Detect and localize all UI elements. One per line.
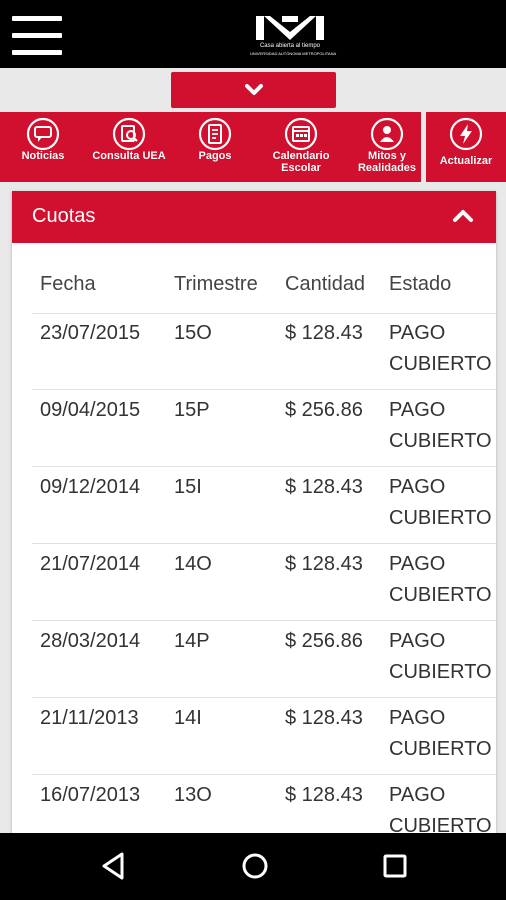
cuotas-card-header[interactable]: Cuotas xyxy=(12,191,496,243)
nav-item-calendario-escolar[interactable]: Calendario Escolar xyxy=(258,112,344,182)
cell-trimestre: 14O xyxy=(174,553,212,575)
recents-icon[interactable] xyxy=(381,851,409,881)
menu-icon[interactable] xyxy=(12,16,64,56)
chevron-up-icon[interactable] xyxy=(452,208,474,224)
chevron-down-icon xyxy=(245,84,263,95)
table-row: 28/03/2014 14P $ 256.86 PAGO CUBIERTO xyxy=(32,621,496,698)
cell-estado: PAGO CUBIERTO xyxy=(389,630,492,683)
logo-tagline: Casa abierta al tiempo xyxy=(259,43,321,49)
column-header-cantidad: Cantidad xyxy=(285,273,366,295)
cell-fecha: 16/07/2013 xyxy=(40,784,141,806)
nav-item-label: Actualizar xyxy=(439,155,493,167)
card-title: Cuotas xyxy=(32,205,96,227)
column-header-trimestre: Trimestre xyxy=(174,273,258,295)
cell-trimestre: 15O xyxy=(174,322,212,344)
column-header-estado: Estado xyxy=(389,273,452,295)
nav-item-noticias[interactable]: Noticias xyxy=(0,112,86,182)
cell-estado: PAGO CUBIERTO xyxy=(389,322,492,375)
table-row: 09/12/2014 15I $ 128.43 PAGO CUBIERTO xyxy=(32,467,496,544)
table-header: Fecha Trimestre Cantidad Estado xyxy=(32,273,496,314)
back-icon[interactable] xyxy=(100,851,128,881)
cuotas-card: Cuotas Fecha Trimestre Cantidad Estado 2… xyxy=(12,191,496,852)
logo-subtagline: UNIVERSIDAD AUTÓNOMA METROPOLITANA xyxy=(250,51,337,56)
nav-item-consulta-uea[interactable]: Consulta UEA xyxy=(86,112,172,182)
cell-cantidad: $ 128.43 xyxy=(285,322,363,344)
column-header-fecha: Fecha xyxy=(40,273,96,295)
cell-estado: PAGO CUBIERTO xyxy=(389,476,492,529)
cell-fecha: 21/07/2014 xyxy=(40,553,141,575)
uam-logo: Casa abierta al tiempo UNIVERSIDAD AUTÓN… xyxy=(250,14,337,60)
cell-cantidad: $ 128.43 xyxy=(285,707,363,729)
expand-header-button[interactable] xyxy=(171,72,336,108)
nav-item-label: Pagos xyxy=(198,150,232,162)
cell-trimestre: 14I xyxy=(174,707,202,729)
table-row: 21/11/2013 14I $ 128.43 PAGO CUBIERTO xyxy=(32,698,496,775)
cell-fecha: 09/12/2014 xyxy=(40,476,141,498)
nav-item-label: Calendario Escolar xyxy=(272,150,330,174)
section-nav: Noticias Consulta UEA Pagos Calendario E… xyxy=(0,112,506,182)
refresh-button[interactable]: Actualizar xyxy=(426,112,506,182)
search-document-icon xyxy=(112,117,146,151)
cell-cantidad: $ 256.86 xyxy=(285,630,363,652)
cell-fecha: 23/07/2015 xyxy=(40,322,141,344)
nav-item-label: Consulta UEA xyxy=(92,150,166,162)
top-app-bar: Casa abierta al tiempo UNIVERSIDAD AUTÓN… xyxy=(0,0,506,68)
nav-item-mitos-y-realidades[interactable]: Mitos y Realidades xyxy=(344,112,430,182)
cell-cantidad: $ 128.43 xyxy=(285,476,363,498)
nav-item-label: Noticias xyxy=(21,150,65,162)
cell-cantidad: $ 128.43 xyxy=(285,553,363,575)
speech-bubble-icon xyxy=(26,117,60,151)
cell-trimestre: 13O xyxy=(174,784,212,806)
cell-fecha: 09/04/2015 xyxy=(40,399,141,421)
nav-item-pagos[interactable]: Pagos xyxy=(172,112,258,182)
table-row: 21/07/2014 14O $ 128.43 PAGO CUBIERTO xyxy=(32,544,496,621)
calendar-icon xyxy=(284,117,318,151)
receipt-icon xyxy=(198,117,232,151)
cell-cantidad: $ 256.86 xyxy=(285,399,363,421)
cell-trimestre: 14P xyxy=(174,630,210,652)
refresh-lightning-icon xyxy=(449,117,483,151)
table-row: 23/07/2015 15O $ 128.43 PAGO CUBIERTO xyxy=(32,313,496,390)
cell-trimestre: 15P xyxy=(174,399,210,421)
person-icon xyxy=(370,117,404,151)
system-navigation-bar xyxy=(0,833,506,900)
cell-fecha: 28/03/2014 xyxy=(40,630,141,652)
cell-estado: PAGO CUBIERTO xyxy=(389,553,492,606)
cell-estado: PAGO CUBIERTO xyxy=(389,399,492,452)
table-row: 09/04/2015 15P $ 256.86 PAGO CUBIERTO xyxy=(32,390,496,467)
nav-item-label: Mitos y Realidades xyxy=(357,150,417,174)
cell-estado: PAGO CUBIERTO xyxy=(389,707,492,760)
cell-fecha: 21/11/2013 xyxy=(40,707,139,729)
home-icon[interactable] xyxy=(240,851,270,881)
cell-cantidad: $ 128.43 xyxy=(285,784,363,806)
cell-trimestre: 15I xyxy=(174,476,202,498)
